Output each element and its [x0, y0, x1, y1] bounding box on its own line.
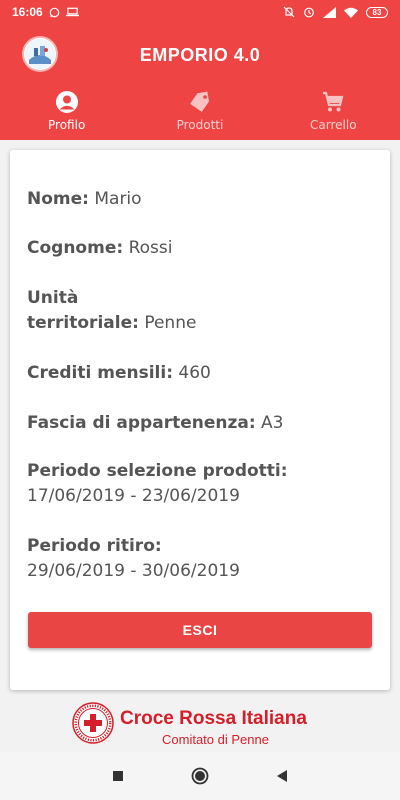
status-bar: 16:06 83 [0, 0, 400, 24]
field-label: Crediti mensili: [27, 363, 174, 383]
wifi-icon [344, 7, 358, 18]
field-label: Nome: [27, 189, 89, 209]
field-value: A3 [261, 413, 284, 433]
field-value: Rossi [128, 238, 173, 258]
tab-prodotti[interactable]: Prodotti [133, 88, 266, 140]
field-periodo-ritiro: Periodo ritiro: 29/06/2019 - 30/06/2019 [27, 534, 377, 584]
field-crediti-mensili: Crediti mensili: 460 [27, 361, 377, 386]
signal-icon [323, 6, 336, 18]
field-label: Cognome: [27, 238, 124, 258]
person-icon [55, 91, 78, 113]
system-nav-bar [0, 752, 400, 800]
field-fascia: Fascia di appartenenza: A3 [27, 411, 377, 436]
recents-icon[interactable] [108, 766, 128, 786]
mute-icon [283, 6, 295, 18]
field-cognome: Cognome: Rossi [27, 236, 377, 261]
profile-card: Nome: Mario Cognome: Rossi Unità territo… [10, 150, 390, 690]
field-label: Periodo ritiro: [27, 536, 162, 556]
field-periodo-selezione: Periodo selezione prodotti: 17/06/2019 -… [27, 459, 377, 509]
tab-label: Profilo [48, 118, 86, 132]
field-value: Mario [94, 189, 142, 209]
status-left: 16:06 [12, 5, 79, 19]
red-cross-emblem-icon [72, 702, 114, 744]
field-unita-territoriale: Unità territoriale: Penne [27, 286, 377, 336]
cart-icon [323, 91, 344, 112]
field-nome: Nome: Mario [27, 187, 377, 212]
tab-bar: Profilo Prodotti Carrello [0, 88, 400, 140]
alarm-icon [304, 7, 314, 18]
tag-icon [190, 91, 210, 112]
field-value: Penne [144, 313, 197, 333]
field-value: 17/06/2019 - 23/06/2019 [27, 486, 240, 506]
field-label: Unità [27, 288, 79, 308]
home-icon[interactable] [190, 766, 210, 786]
field-label: Periodo selezione prodotti: [27, 461, 288, 481]
field-value: 460 [178, 363, 211, 383]
tab-label: Carrello [310, 118, 357, 132]
tab-label: Prodotti [176, 118, 224, 132]
app-title: EMPORIO 4.0 [139, 45, 261, 65]
app-bar: EMPORIO 4.0 Profilo Prodotti Carrello [0, 24, 400, 140]
battery-icon: 83 [366, 6, 388, 18]
status-time: 16:06 [12, 5, 43, 19]
committee-name: Comitato di Penne [162, 732, 269, 747]
laptop-icon [65, 7, 79, 17]
org-name: Croce Rossa Italiana [120, 708, 307, 729]
tab-profilo[interactable]: Profilo [0, 88, 133, 140]
field-value: 29/06/2019 - 30/06/2019 [27, 561, 240, 581]
footer: Croce Rossa Italiana Comitato di Penne [0, 700, 400, 752]
tab-carrello[interactable]: Carrello [267, 88, 400, 140]
field-label: Fascia di appartenenza: [27, 413, 256, 433]
back-icon[interactable] [272, 766, 292, 786]
whatsapp-icon [49, 7, 60, 17]
esci-button[interactable]: ESCI [28, 612, 372, 648]
status-right: 83 [283, 6, 388, 18]
field-label: territoriale: [27, 313, 139, 333]
